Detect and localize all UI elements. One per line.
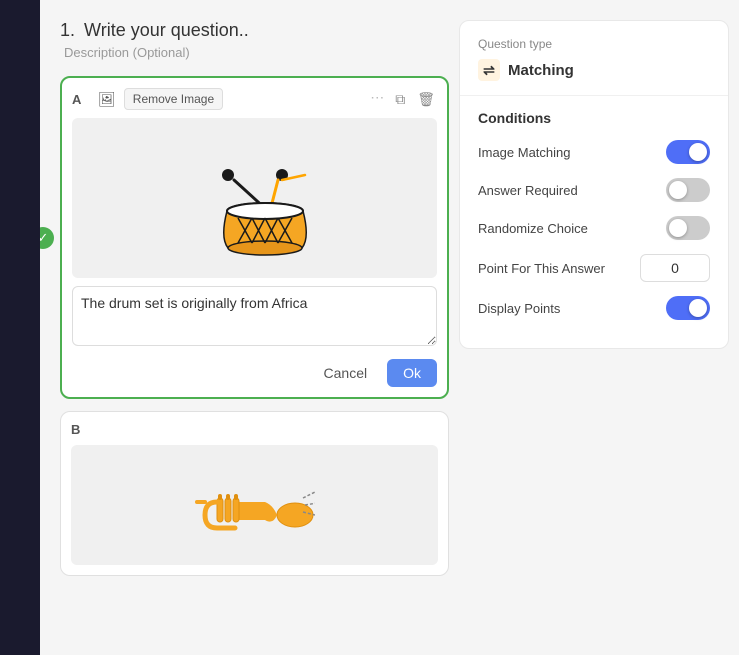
drum-image-area <box>72 118 437 278</box>
remove-image-button[interactable]: Remove Image <box>124 88 223 110</box>
delete-button[interactable]: 🗑 <box>415 89 437 110</box>
answer-textarea[interactable] <box>72 286 437 346</box>
image-matching-track <box>666 140 710 164</box>
randomize-choice-row: Randomize Choice <box>478 216 710 240</box>
display-points-row: Display Points <box>478 296 710 320</box>
point-input[interactable] <box>640 254 710 282</box>
answer-required-toggle[interactable] <box>666 178 710 202</box>
question-type-value: ⇌ Matching <box>478 59 710 81</box>
answer-required-thumb <box>669 181 687 199</box>
image-matching-toggle[interactable] <box>666 140 710 164</box>
matching-icon: ⇌ <box>478 59 500 81</box>
card-header-b: B <box>71 422 438 437</box>
ok-button[interactable]: Ok <box>387 359 437 387</box>
randomize-choice-track <box>666 216 710 240</box>
display-points-thumb <box>689 299 707 317</box>
left-panel: 1. Write your question.. Description (Op… <box>60 20 449 645</box>
step-title: 1. Write your question.. <box>60 20 449 41</box>
drum-illustration <box>190 133 320 263</box>
main-content: 1. Write your question.. Description (Op… <box>40 0 739 655</box>
image-icon: 🖼 <box>98 91 116 108</box>
card-label-a: A <box>72 92 90 107</box>
question-card-b: B <box>60 411 449 576</box>
conditions-body: Conditions Image Matching Answer Require… <box>460 96 728 348</box>
card-header-a: A 🖼 Remove Image ⋯ ⧉ 🗑 <box>72 88 437 110</box>
conditions-section: Question type ⇌ Matching Conditions Imag… <box>459 20 729 349</box>
card-header-icons: ⋯ ⧉ 🗑 <box>370 89 437 110</box>
question-card-a: ✓ A 🖼 Remove Image ⋯ ⧉ 🗑 <box>60 76 449 399</box>
randomize-choice-thumb <box>669 219 687 237</box>
step-header: 1. Write your question.. Description (Op… <box>60 20 449 60</box>
point-row: Point For This Answer <box>478 254 710 282</box>
randomize-choice-label: Randomize Choice <box>478 221 588 236</box>
question-type-header: Question type ⇌ Matching <box>460 21 728 96</box>
cancel-button[interactable]: Cancel <box>312 359 380 387</box>
card-label-b: B <box>71 422 89 437</box>
answer-required-label: Answer Required <box>478 183 578 198</box>
question-type-label: Question type <box>478 37 710 51</box>
sidebar-strip <box>0 0 40 655</box>
image-matching-label: Image Matching <box>478 145 571 160</box>
answer-required-track <box>666 178 710 202</box>
right-panel: Question type ⇌ Matching Conditions Imag… <box>449 20 729 645</box>
answer-required-row: Answer Required <box>478 178 710 202</box>
drag-handle-icon[interactable]: ⋯ <box>370 89 385 110</box>
check-circle: ✓ <box>40 227 54 249</box>
randomize-choice-toggle[interactable] <box>666 216 710 240</box>
image-matching-row: Image Matching <box>478 140 710 164</box>
step-description: Description (Optional) <box>64 45 449 60</box>
display-points-track <box>666 296 710 320</box>
display-points-toggle[interactable] <box>666 296 710 320</box>
duplicate-button[interactable]: ⧉ <box>393 89 407 110</box>
display-points-label: Display Points <box>478 301 560 316</box>
trumpet-image-area <box>71 445 438 565</box>
point-label: Point For This Answer <box>478 261 605 276</box>
trumpet-illustration <box>195 460 315 550</box>
card-actions: Cancel Ok <box>72 359 437 387</box>
image-matching-thumb <box>689 143 707 161</box>
conditions-title: Conditions <box>478 110 710 126</box>
